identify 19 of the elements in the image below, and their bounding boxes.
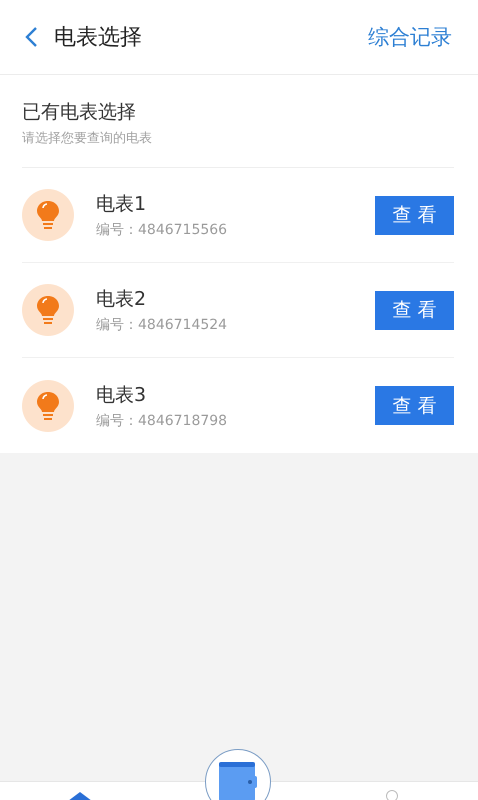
lightbulb-icon: [22, 380, 74, 432]
meter-number: 编号：4846714524: [96, 316, 228, 334]
section-subtitle: 请选择您要查询的电表: [22, 130, 153, 147]
back-button[interactable]: [24, 26, 38, 48]
lightbulb-icon: [22, 189, 74, 241]
lightbulb-icon: [22, 284, 74, 336]
view-button[interactable]: 查 看: [375, 386, 454, 425]
meter-name: 电表1: [96, 192, 148, 217]
meter-name: 电表3: [96, 382, 148, 408]
section-title: 已有电表选择: [22, 100, 137, 125]
view-button[interactable]: 查 看: [375, 290, 454, 330]
records-link[interactable]: 综合记录: [368, 23, 452, 51]
page-title: 电表选择: [54, 24, 143, 52]
view-button[interactable]: 查 看: [375, 196, 454, 234]
meter-number: 编号：4846715566: [96, 221, 228, 239]
meter-name: 电表2: [96, 287, 148, 312]
wallet-button[interactable]: [205, 749, 271, 800]
home-icon[interactable]: [68, 792, 92, 800]
meter-number: 编号：4846718798: [96, 412, 228, 430]
